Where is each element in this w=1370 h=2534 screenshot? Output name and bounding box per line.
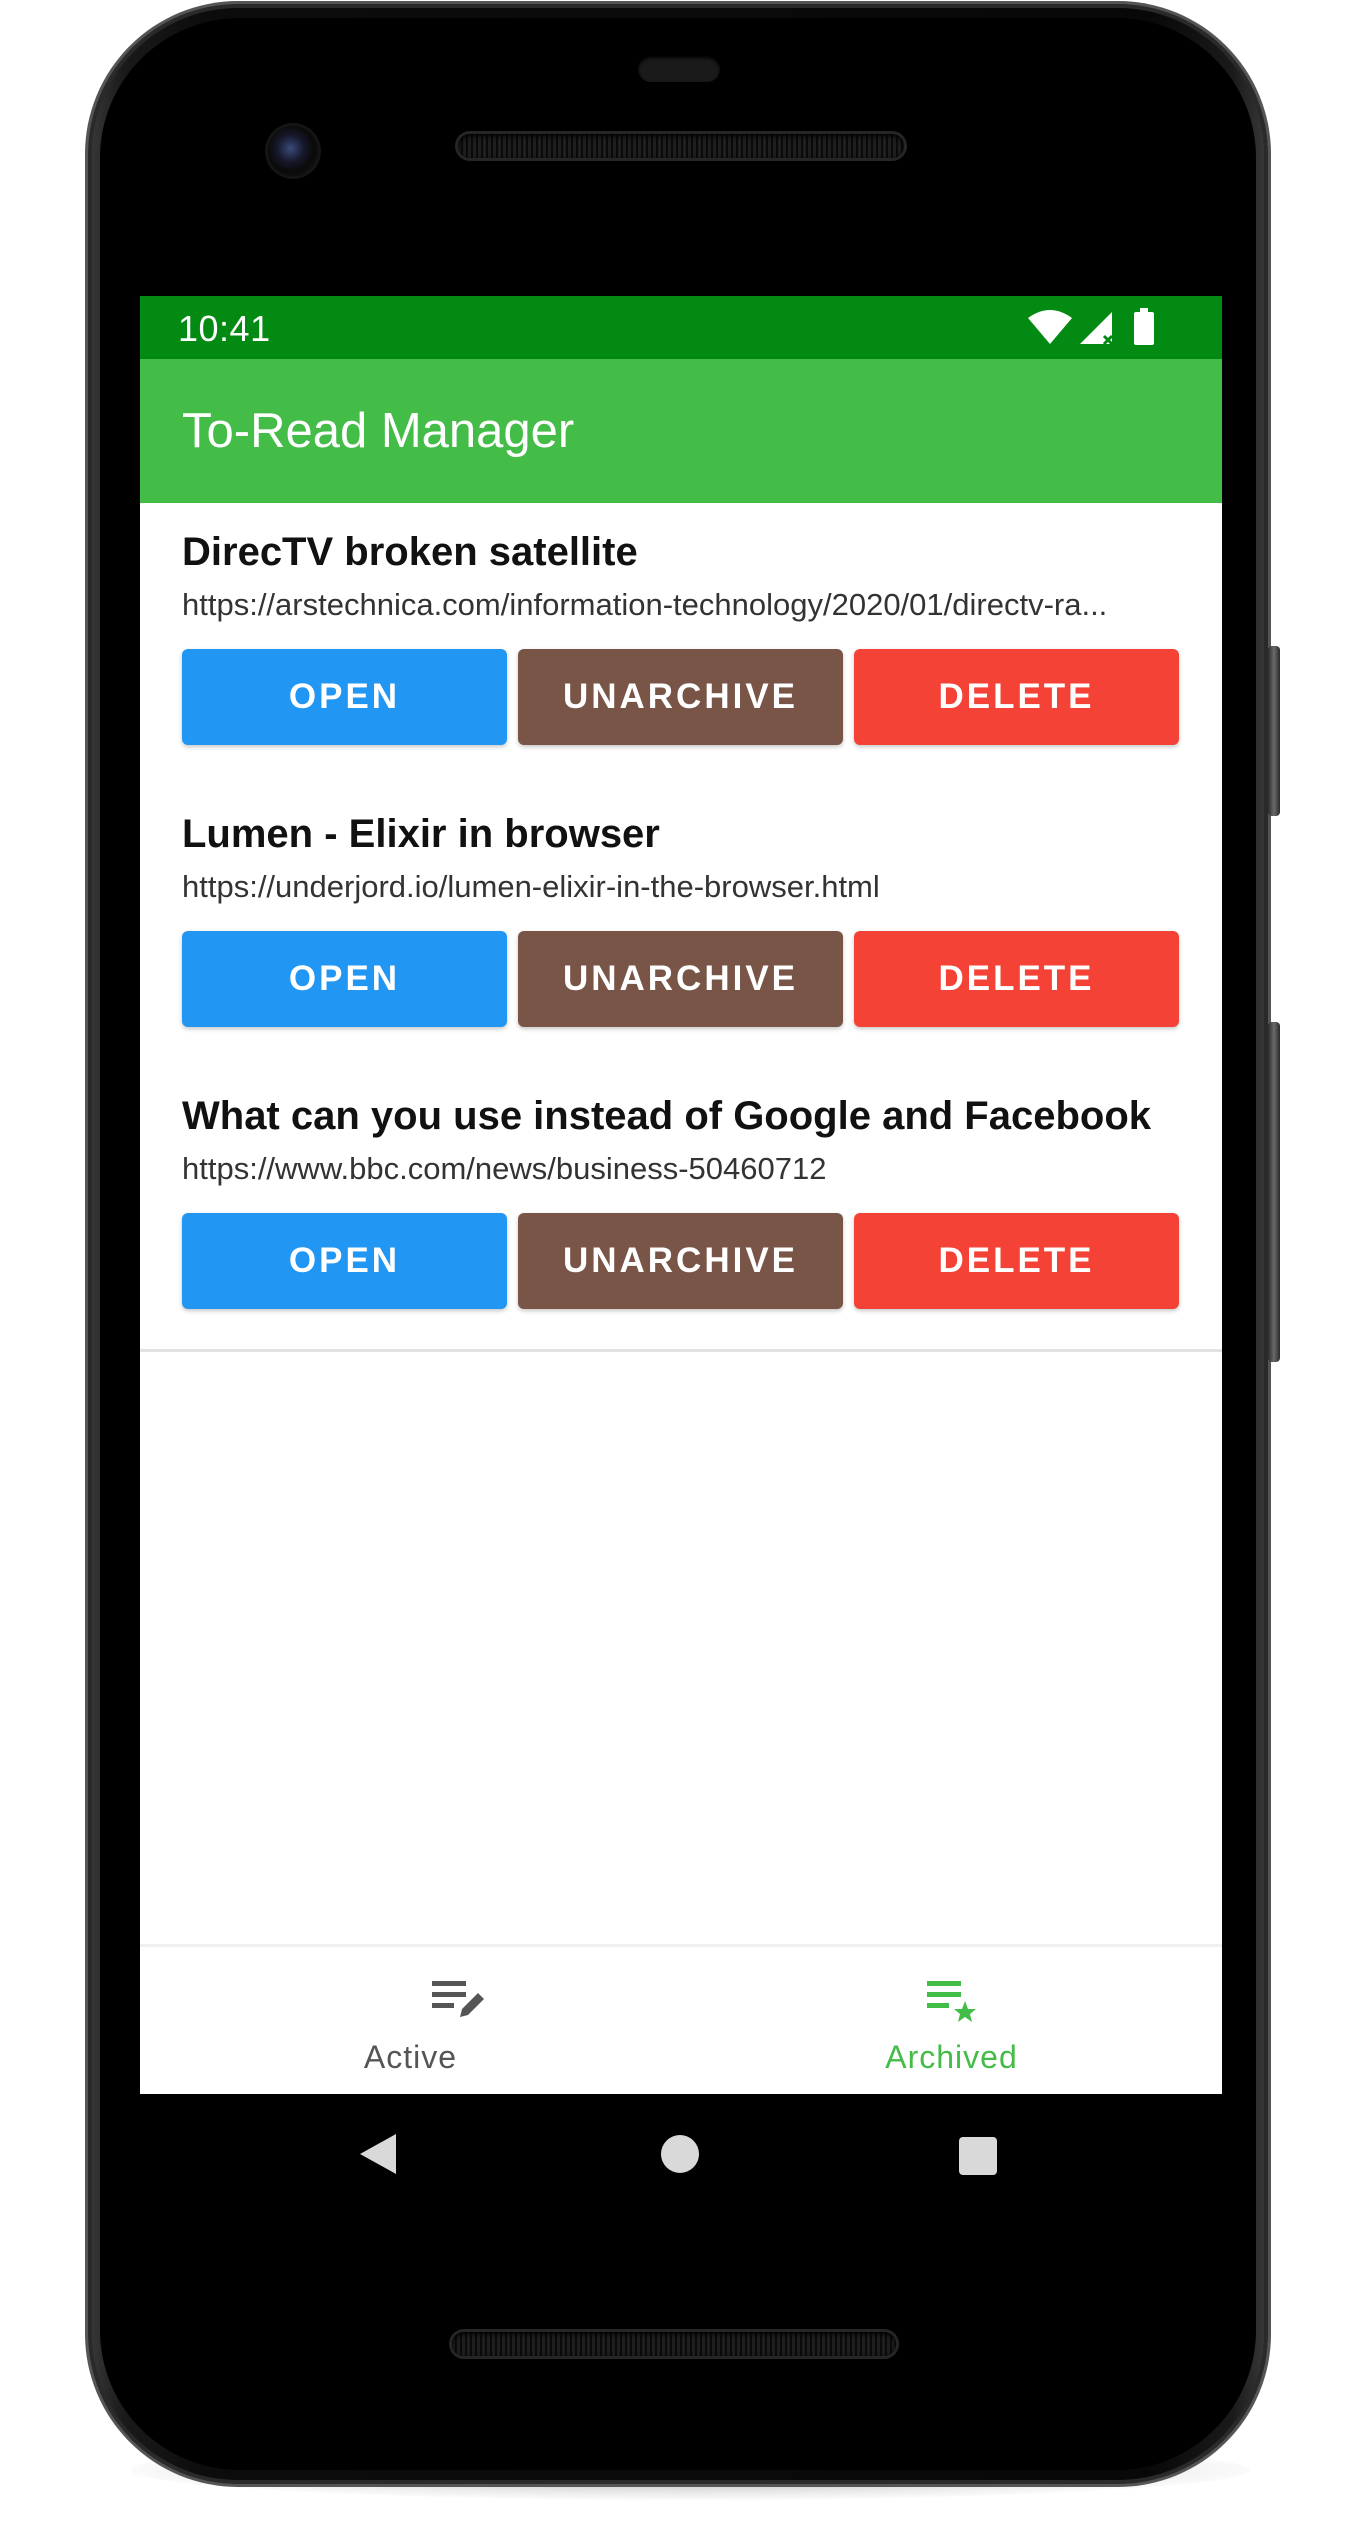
proximity-sensor [638,56,720,82]
article-url: https://underjord.io/lumen-elixir-in-the… [182,869,880,904]
article-title: DirecTV broken satellite [182,530,638,574]
list-star-icon [927,1981,976,2022]
delete-button[interactable]: DELETE [854,649,1179,745]
article-title: Lumen - Elixir in browser [182,812,660,856]
back-icon[interactable] [356,2130,400,2178]
unarchive-button[interactable]: UNARCHIVE [518,649,843,745]
article-title: What can you use instead of Google and F… [182,1094,1152,1138]
list-item: Lumen - Elixir in browser https://underj… [140,785,1222,1070]
list-item: DirecTV broken satellite https://arstech… [140,503,1222,788]
status-time: 10:41 [178,308,271,349]
nav-label-archived: Archived [885,2039,1018,2075]
nav-label-active: Active [363,2039,458,2075]
nav-item-archived[interactable]: Archived [681,1947,1222,2094]
cellular-signal-icon [1080,312,1114,346]
list-edit-icon [432,1981,484,2017]
power-button [1268,646,1280,816]
delete-button[interactable]: DELETE [854,1213,1179,1309]
battery-icon [1134,308,1154,345]
app-bar: To-Read Manager [140,359,1222,503]
recents-icon[interactable] [958,2136,998,2176]
status-bar: 10:41 [140,296,1222,359]
delete-button[interactable]: DELETE [854,931,1179,1027]
bottom-navigation: Active Archived [140,1944,1222,2094]
nav-item-active[interactable]: Active [140,1947,681,2094]
top-speaker [458,134,904,158]
app-title: To-Read Manager [182,404,575,458]
open-button[interactable]: OPEN [182,931,507,1027]
front-camera-icon [268,126,318,176]
article-url: https://arstechnica.com/information-tech… [182,587,1108,622]
open-button[interactable]: OPEN [182,1213,507,1309]
list-item: What can you use instead of Google and F… [140,1067,1222,1352]
unarchive-button[interactable]: UNARCHIVE [518,1213,843,1309]
bottom-speaker [452,2332,896,2356]
home-icon[interactable] [660,2134,700,2174]
open-button[interactable]: OPEN [182,649,507,745]
status-icons [1028,308,1154,346]
screen: 10:41 To-Read Manager DirecTV broken sat… [140,296,1222,2094]
wifi-icon [1028,310,1072,344]
volume-button [1268,1022,1280,1362]
unarchive-button[interactable]: UNARCHIVE [518,931,843,1027]
article-url: https://www.bbc.com/news/business-504607… [182,1151,827,1186]
